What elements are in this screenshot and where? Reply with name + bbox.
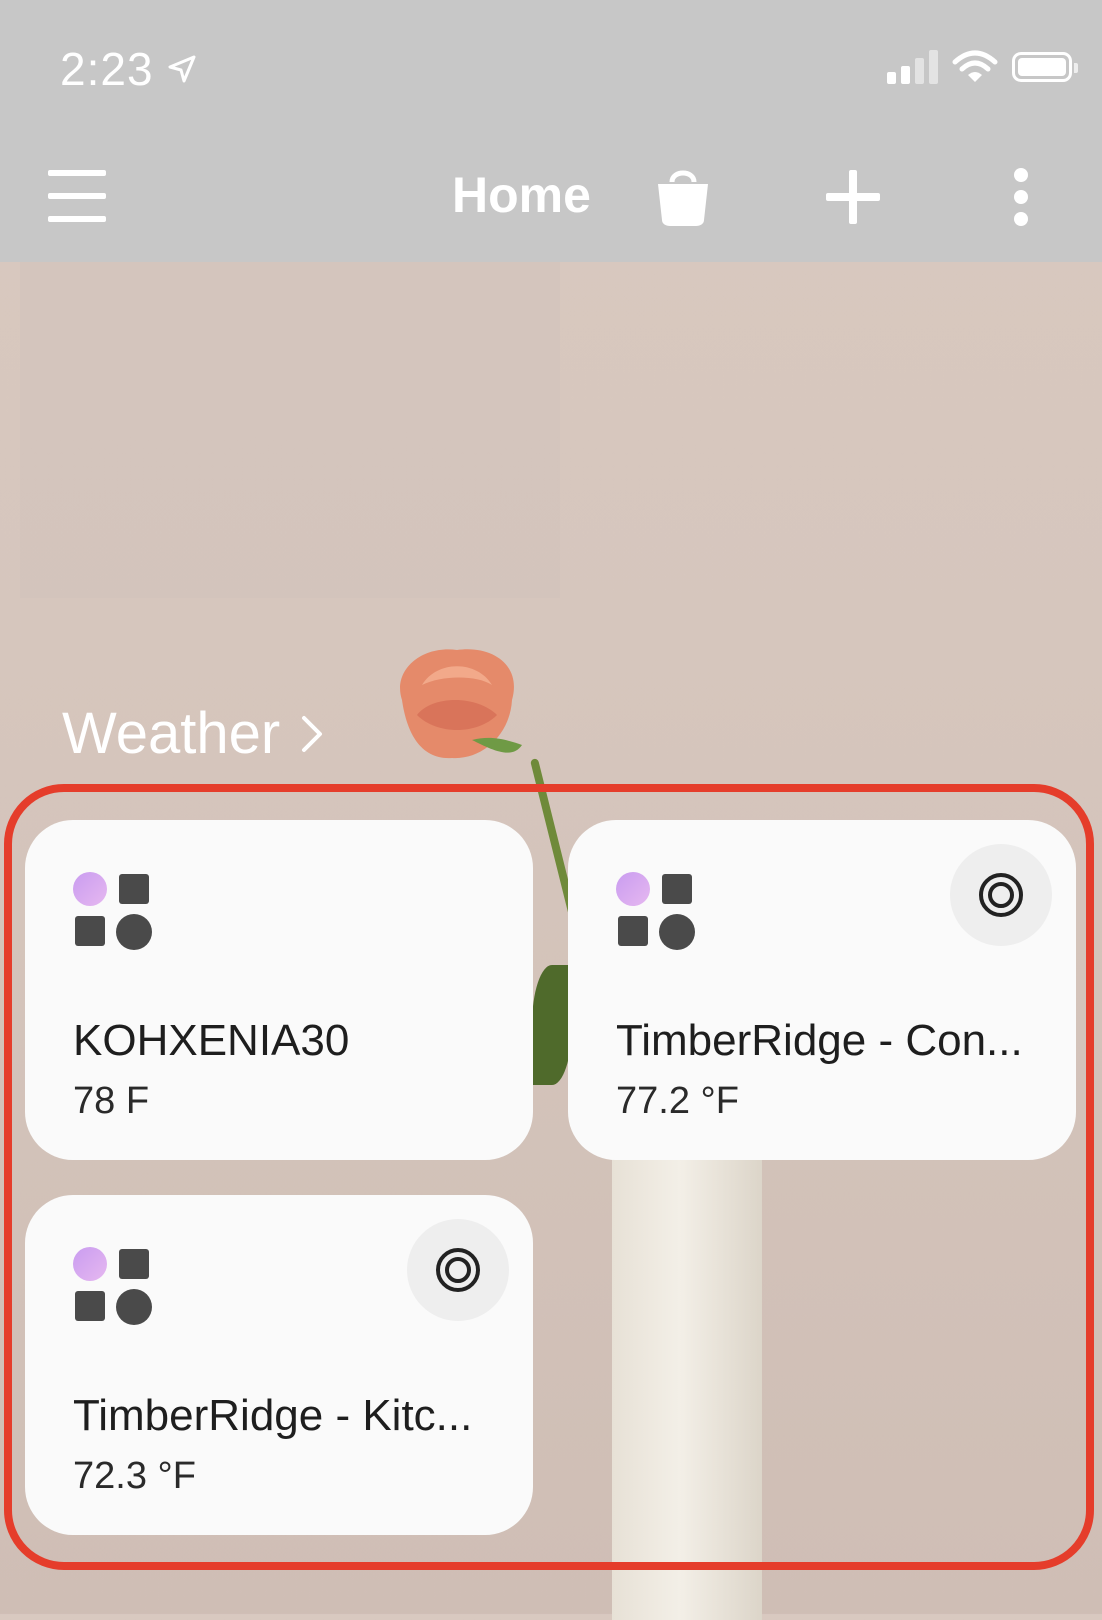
device-card[interactable]: KOHXENIA30 78 F bbox=[25, 820, 533, 1160]
signal-icon bbox=[887, 50, 938, 84]
target-button[interactable] bbox=[950, 844, 1052, 946]
target-icon bbox=[436, 1248, 480, 1292]
section-title: Weather bbox=[62, 701, 281, 766]
device-value: 77.2 °F bbox=[616, 1080, 739, 1122]
plus-icon[interactable] bbox=[824, 168, 882, 226]
device-name: TimberRidge - Kitc... bbox=[73, 1391, 473, 1440]
device-tile-icon bbox=[73, 1247, 152, 1325]
chevron-right-icon bbox=[302, 715, 323, 752]
location-arrow-icon bbox=[168, 55, 196, 83]
nav-bar: Home bbox=[0, 130, 1102, 262]
menu-icon[interactable] bbox=[48, 170, 106, 222]
more-vertical-icon[interactable] bbox=[1014, 168, 1030, 226]
page-title: Home bbox=[452, 167, 591, 223]
device-name: TimberRidge - Con... bbox=[616, 1016, 1023, 1065]
section-header-weather[interactable]: Weather bbox=[62, 700, 326, 767]
status-icons bbox=[887, 50, 1078, 84]
target-button[interactable] bbox=[407, 1219, 509, 1321]
device-card[interactable]: TimberRidge - Kitc... 72.3 °F bbox=[25, 1195, 533, 1535]
shopping-bag-icon[interactable] bbox=[650, 162, 716, 228]
device-name: KOHXENIA30 bbox=[73, 1016, 350, 1065]
device-value: 78 F bbox=[73, 1080, 150, 1122]
battery-icon bbox=[1012, 52, 1078, 82]
device-tile-icon bbox=[73, 872, 152, 950]
status-bar: 2:23 bbox=[0, 0, 1102, 130]
target-icon bbox=[979, 873, 1023, 917]
background-panel bbox=[20, 262, 560, 598]
device-card[interactable]: TimberRidge - Con... 77.2 °F bbox=[568, 820, 1076, 1160]
device-tile-icon bbox=[616, 872, 695, 950]
wifi-icon bbox=[952, 50, 998, 82]
status-time: 2:23 bbox=[60, 42, 198, 96]
device-value: 72.3 °F bbox=[73, 1455, 196, 1497]
rose-image bbox=[400, 649, 522, 759]
status-time-text: 2:23 bbox=[60, 43, 154, 95]
